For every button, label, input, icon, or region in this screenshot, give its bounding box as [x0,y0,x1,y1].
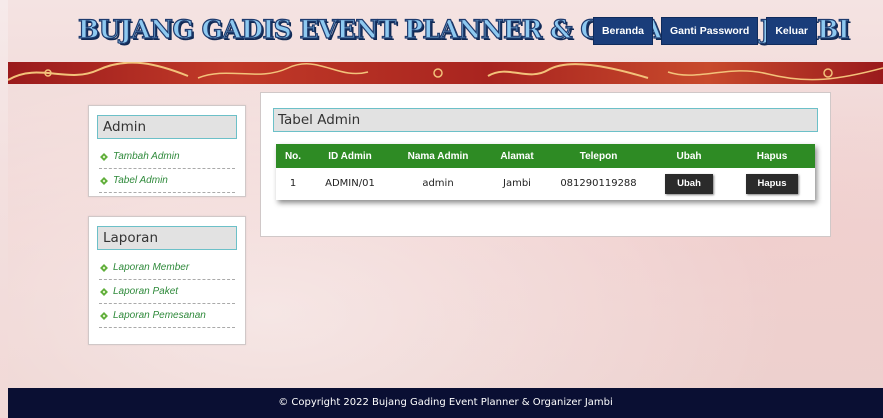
cell-nama-admin: admin [422,178,454,189]
cell-no: 1 [289,178,297,189]
column-header-hapus: Hapus [729,144,815,168]
sidebar-admin-title: Admin [97,115,237,139]
footer: © Copyright 2022 Bujang Gading Event Pla… [8,388,883,418]
sidebar-item-label: Laporan Member [113,261,190,273]
cell-id-admin: ADMIN/01 [325,178,375,189]
diamond-bullet-icon [100,287,108,296]
sidebar-item-label: Laporan Pemesanan [113,309,206,321]
column-header-no: No. [276,144,310,168]
column-header-ubah: Ubah [649,144,729,168]
column-header-nama-admin: Nama Admin [390,144,486,168]
diamond-bullet-icon [100,263,108,272]
page-title: Tabel Admin [273,108,818,132]
table-header-row: No. ID Admin Nama Admin Alamat Telepon U… [276,144,815,168]
sidebar-item-laporan-paket[interactable]: Laporan Paket [99,280,235,304]
admin-table: No. ID Admin Nama Admin Alamat Telepon U… [276,144,815,199]
table-row: 1 ADMIN/01 admin Jambi 081290119288 Ubah… [276,168,815,199]
hapus-button[interactable]: Hapus [746,173,798,194]
sidebar-laporan-list: Laporan Member Laporan Paket Laporan Pem… [99,256,235,328]
sidebar-item-label: Laporan Paket [113,285,179,297]
sidebar-item-laporan-member[interactable]: Laporan Member [99,256,235,280]
keluar-button[interactable]: Keluar [766,17,817,45]
top-nav: Beranda Ganti Password Keluar [592,17,817,45]
sidebar-item-label: Tabel Admin [113,174,168,186]
ganti-password-button[interactable]: Ganti Password [660,17,759,45]
ubah-button[interactable]: Ubah [665,173,713,194]
main-panel: Tabel Admin No. ID Admin Nama Admin Alam… [260,92,831,237]
ornament-pattern-icon [8,62,883,81]
diamond-bullet-icon [100,311,108,320]
sidebar-laporan-panel: Laporan Laporan Member Laporan Paket Lap… [88,216,246,345]
column-header-telepon: Telepon [548,144,649,168]
sidebar-item-tabel-admin[interactable]: Tabel Admin [99,169,235,193]
sidebar-laporan-title: Laporan [97,226,237,250]
column-header-alamat: Alamat [486,144,548,168]
ornamental-band [8,62,883,84]
sidebar-item-label: Tambah Admin [113,150,180,162]
diamond-bullet-icon [100,152,108,161]
beranda-button[interactable]: Beranda [592,17,653,45]
sidebar-admin-list: Tambah Admin Tabel Admin [99,145,235,193]
sidebar-item-tambah-admin[interactable]: Tambah Admin [99,145,235,169]
admin-table-container: No. ID Admin Nama Admin Alamat Telepon U… [276,144,815,200]
diamond-bullet-icon [100,176,108,185]
cell-ubah: Ubah [649,168,729,199]
header: BUJANG GADIS EVENT PLANNER & ORGANIZER J… [8,0,883,62]
cell-telepon: 081290119288 [560,178,637,189]
cell-hapus: Hapus [729,168,815,199]
sidebar-item-laporan-pemesanan[interactable]: Laporan Pemesanan [99,304,235,328]
cell-alamat: Jambi [503,178,531,189]
page-background: BUJANG GADIS EVENT PLANNER & ORGANIZER J… [8,0,883,418]
sidebar-admin-panel: Admin Tambah Admin Tabel Admin [88,105,246,197]
column-header-id-admin: ID Admin [310,144,390,168]
